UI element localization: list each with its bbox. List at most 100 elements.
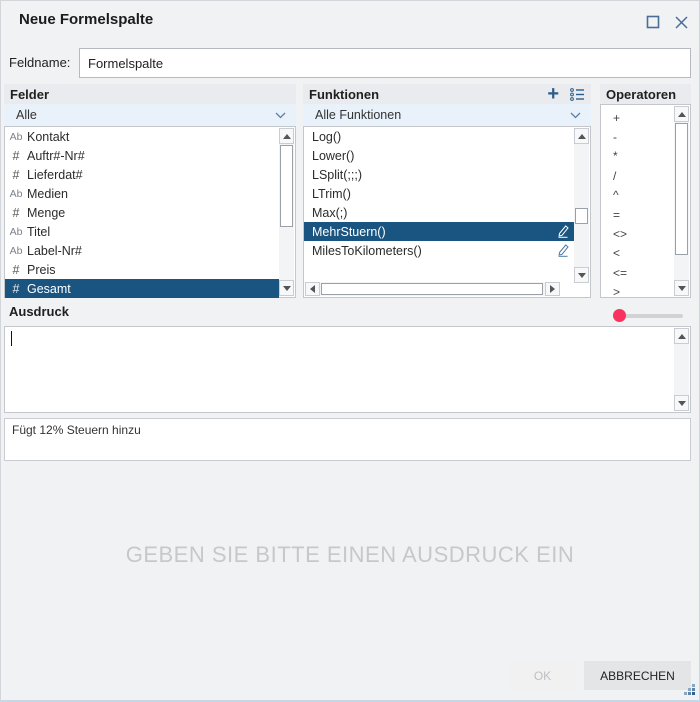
- function-item-label: LTrim(): [312, 186, 351, 201]
- dialog-title: Neue Formelspalte: [19, 11, 154, 28]
- functions-list: Log() Lower() LSplit(;;;) LTrim() Max(;) Mehr…: [303, 126, 591, 298]
- field-item-label: Menge: [27, 205, 66, 220]
- close-icon: [674, 15, 688, 29]
- text-type-icon: Ab: [9, 244, 23, 257]
- field-item[interactable]: # Preis: [5, 260, 279, 279]
- function-item[interactable]: MilesToKilometers(): [304, 241, 574, 260]
- function-item[interactable]: Lower(): [304, 146, 574, 165]
- maximize-icon: [646, 15, 660, 29]
- function-item-label: LSplit(;;;): [312, 167, 363, 182]
- fieldname-input[interactable]: [79, 48, 691, 78]
- operator-item[interactable]: <: [601, 244, 674, 263]
- expression-scrollbar[interactable]: [674, 328, 689, 411]
- fieldname-label: Feldname:: [9, 55, 71, 70]
- close-button[interactable]: [671, 12, 691, 32]
- operators-panel-header: Operatoren: [600, 84, 691, 104]
- list-options-icon: [570, 88, 584, 101]
- field-item-label: Label-Nr#: [27, 243, 82, 258]
- scrollbar-thumb[interactable]: [575, 208, 588, 224]
- field-item-label: Lieferdat#: [27, 167, 83, 182]
- scroll-down-button[interactable]: [674, 395, 689, 411]
- scrollbar-thumb[interactable]: [675, 123, 688, 255]
- function-item[interactable]: Log(): [304, 127, 574, 146]
- field-item[interactable]: Ab Label-Nr#: [5, 241, 279, 260]
- function-item[interactable]: LSplit(;;;): [304, 165, 574, 184]
- text-type-icon: Ab: [9, 130, 23, 143]
- scroll-left-button[interactable]: [305, 282, 320, 296]
- scroll-up-button[interactable]: [674, 328, 689, 344]
- fields-filter-dropdown[interactable]: Alle: [4, 104, 296, 126]
- add-function-button[interactable]: +: [547, 84, 559, 104]
- operators-list: + - * / ^ = <> < <= >: [600, 104, 691, 299]
- edit-function-button[interactable]: [557, 225, 569, 238]
- function-item[interactable]: MehrStuern(): [304, 222, 574, 241]
- fields-list: Ab Kontakt # Auftr#-Nr# # Lieferdat# Ab Medien #…: [4, 126, 296, 298]
- function-item-label: MilesToKilometers(): [312, 243, 422, 258]
- scroll-down-button[interactable]: [279, 280, 294, 296]
- field-item[interactable]: # Lieferdat#: [5, 165, 279, 184]
- number-type-icon: #: [12, 148, 20, 163]
- field-item[interactable]: Ab Titel: [5, 222, 279, 241]
- operator-item[interactable]: +: [601, 108, 674, 127]
- scroll-down-button[interactable]: [574, 267, 589, 283]
- new-formula-column-dialog: Neue Formelspalte Feldname: Felder Funkt…: [0, 0, 700, 702]
- fields-filter-value: Alle: [16, 108, 37, 122]
- resize-grip-icon: [684, 684, 695, 695]
- operator-item[interactable]: /: [601, 166, 674, 185]
- field-item[interactable]: # Menge: [5, 203, 279, 222]
- edit-function-button[interactable]: [557, 244, 569, 257]
- scrollbar-thumb[interactable]: [321, 283, 543, 295]
- text-type-icon: Ab: [9, 187, 23, 200]
- functions-filter-dropdown[interactable]: Alle Funktionen: [303, 104, 591, 126]
- edit-pencil-icon: [558, 244, 569, 257]
- zoom-slider[interactable]: [613, 308, 683, 324]
- field-item[interactable]: # Auftr#-Nr#: [5, 146, 279, 165]
- functions-list-items: Log() Lower() LSplit(;;;) LTrim() Max(;) Mehr…: [304, 127, 590, 260]
- operator-item[interactable]: *: [601, 147, 674, 166]
- chevron-down-icon: [275, 112, 286, 119]
- scroll-up-button[interactable]: [279, 128, 294, 144]
- number-type-icon: #: [12, 167, 20, 182]
- operator-item[interactable]: =: [601, 205, 674, 224]
- fields-header-label: Felder: [10, 86, 50, 102]
- ok-button[interactable]: OK: [509, 661, 576, 690]
- cancel-button[interactable]: ABBRECHEN: [584, 661, 691, 690]
- functions-scrollbar[interactable]: [574, 128, 589, 283]
- number-type-icon: #: [12, 281, 20, 296]
- field-item[interactable]: Ab Medien: [5, 184, 279, 203]
- expression-placeholder: GEBEN SIE BITTE EINEN AUSDRUCK EIN: [125, 542, 575, 567]
- expression-label: Ausdruck: [9, 304, 69, 319]
- field-item[interactable]: # Gesamt: [5, 279, 279, 298]
- function-description: Fügt 12% Steuern hinzu: [4, 418, 691, 461]
- fields-scrollbar[interactable]: [279, 128, 294, 296]
- field-item-label: Medien: [27, 186, 68, 201]
- field-item[interactable]: Ab Kontakt: [5, 127, 279, 146]
- field-item-label: Auftr#-Nr#: [27, 148, 85, 163]
- operator-item[interactable]: ^: [601, 186, 674, 205]
- expression-input[interactable]: [4, 326, 691, 413]
- scroll-down-button[interactable]: [674, 280, 689, 296]
- maximize-button[interactable]: [643, 12, 663, 32]
- function-item[interactable]: LTrim(): [304, 184, 574, 203]
- fields-panel-header: Felder: [4, 84, 296, 104]
- functions-header-label: Funktionen: [309, 86, 380, 102]
- operator-item[interactable]: >: [601, 283, 674, 302]
- operator-item[interactable]: <>: [601, 224, 674, 243]
- zoom-slider-handle[interactable]: [613, 309, 626, 322]
- text-caret: [11, 331, 12, 346]
- edit-pencil-icon: [558, 225, 569, 238]
- operator-item[interactable]: <=: [601, 263, 674, 282]
- resize-grip[interactable]: [683, 683, 696, 696]
- operator-item[interactable]: -: [601, 127, 674, 146]
- operators-scrollbar[interactable]: [674, 106, 689, 296]
- scrollbar-thumb[interactable]: [280, 145, 293, 227]
- function-item[interactable]: Max(;): [304, 203, 574, 222]
- functions-hscrollbar[interactable]: [305, 282, 560, 296]
- scroll-up-button[interactable]: [674, 106, 689, 122]
- scroll-up-button[interactable]: [574, 128, 589, 144]
- text-type-icon: Ab: [9, 225, 23, 238]
- function-item-label: Lower(): [312, 148, 355, 163]
- scroll-right-button[interactable]: [545, 282, 560, 296]
- chevron-down-icon: [570, 112, 581, 119]
- function-list-options-button[interactable]: [569, 87, 585, 101]
